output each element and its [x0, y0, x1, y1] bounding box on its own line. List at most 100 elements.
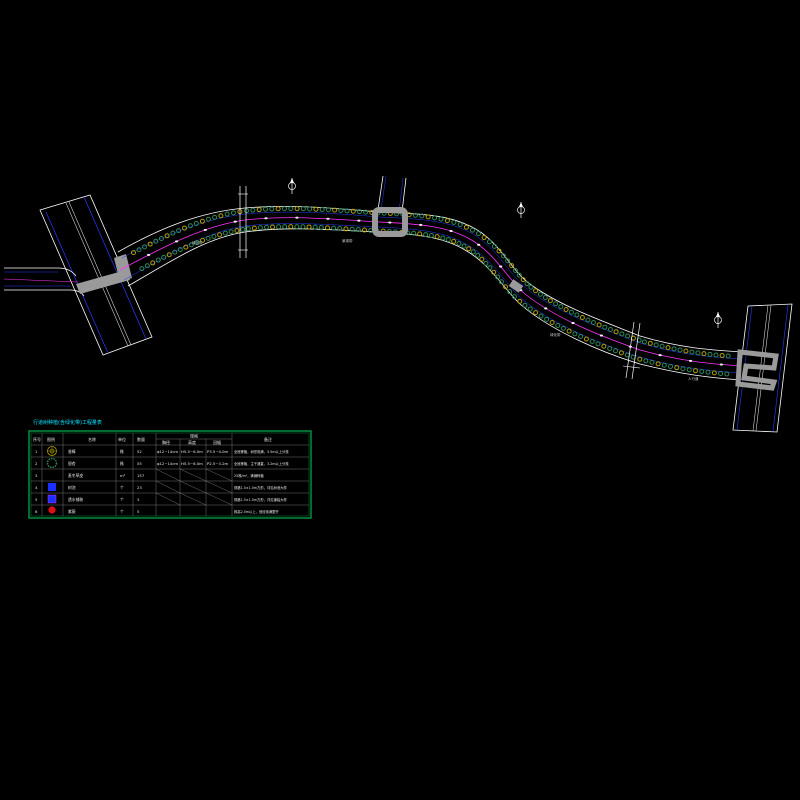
street-tree-marker	[481, 235, 487, 241]
street-tree-marker	[659, 343, 665, 349]
street-tree-marker	[199, 218, 205, 224]
street-tree-marker	[306, 224, 312, 230]
street-tree-marker	[596, 322, 602, 328]
street-tree-marker	[307, 206, 313, 212]
street-tree-marker	[661, 362, 667, 368]
street-tree-marker	[319, 206, 325, 212]
table-cell-dbh: φ12~14cm	[157, 449, 178, 454]
street-tree-marker	[607, 326, 613, 332]
street-tree-marker	[566, 328, 572, 334]
north-arrow-icon	[517, 202, 525, 218]
median-marker	[658, 354, 662, 357]
street-tree-marker	[428, 233, 434, 239]
blue-square-icon	[48, 483, 56, 491]
street-tree-marker	[686, 367, 692, 373]
street-tree-marker	[538, 313, 544, 319]
table-cell-unit: 个	[120, 509, 124, 514]
median-marker	[326, 217, 330, 220]
table-cell-no: 1	[35, 449, 38, 454]
table-cell-note: 全冠移植，树形饱满，3.5m以上分枝	[234, 449, 289, 454]
street-tree-marker	[479, 256, 485, 262]
street-tree-marker	[257, 225, 263, 231]
table-cell-note: 规格1.5×1.5m方形，详见树池大样	[234, 485, 287, 490]
street-tree-marker	[445, 237, 451, 243]
street-tree-marker	[579, 315, 585, 321]
street-tree-marker	[256, 207, 262, 213]
street-tree-marker	[228, 229, 234, 235]
road-label: 人行道	[688, 376, 699, 381]
table-cell-name: 紫薇	[68, 509, 76, 514]
median-marker	[499, 265, 503, 268]
street-tree-marker	[240, 226, 246, 232]
street-tree-marker	[618, 350, 624, 356]
street-tree-marker	[172, 249, 178, 255]
street-tree-marker	[695, 350, 701, 356]
street-tree-marker	[461, 243, 467, 249]
table-cell-name: 麦冬草皮	[68, 473, 83, 478]
table-cell-unit: 株	[120, 461, 124, 466]
median-marker	[203, 228, 207, 231]
header-cell: 数量	[137, 436, 145, 442]
street-tree-marker	[217, 232, 223, 238]
street-tree-marker	[205, 235, 211, 241]
shrub-ring-icon	[46, 457, 58, 469]
street-tree-marker	[245, 226, 251, 232]
street-tree-marker	[533, 288, 539, 294]
street-tree-marker	[542, 294, 548, 300]
street-tree-marker	[718, 370, 724, 376]
street-tree-marker	[549, 319, 555, 325]
table-cell-height: H5.5~6.0m	[181, 461, 203, 466]
subheader-cell: 冠幅	[213, 439, 221, 445]
table-cell-unit: 个	[120, 497, 124, 502]
street-tree-marker	[457, 222, 463, 228]
median-marker	[357, 219, 361, 222]
median-marker	[544, 307, 548, 310]
street-tree-marker	[607, 345, 613, 351]
street-tree-marker	[547, 298, 553, 304]
cross-street-2	[372, 175, 408, 237]
median-marker	[688, 359, 693, 362]
street-tree-marker	[218, 213, 224, 219]
street-tree-marker	[251, 225, 257, 231]
street-tree-marker	[486, 239, 492, 245]
table-cell-note: 株高2.5m以上，冠径饱满整齐	[234, 509, 279, 514]
table-cell-height: H5.5~6.0m	[181, 449, 203, 454]
north-arrow-icon	[288, 178, 296, 194]
street-tree-marker	[692, 368, 698, 374]
street-tree-marker	[641, 339, 647, 345]
street-tree-marker	[619, 331, 625, 337]
street-tree-marker	[668, 363, 674, 369]
street-tree-marker	[724, 371, 730, 377]
street-tree-marker	[517, 298, 523, 304]
table-cell-unit: m²	[120, 473, 126, 478]
street-tree-marker	[463, 224, 469, 230]
median-marker	[477, 243, 481, 246]
street-tree-marker	[653, 342, 659, 348]
red-flower-icon	[48, 506, 56, 514]
road-label: 景观带	[342, 238, 353, 243]
street-tree-marker	[589, 338, 595, 344]
street-tree-marker	[527, 306, 533, 312]
street-tree-marker	[270, 224, 276, 230]
road-label: 绿化带	[550, 332, 561, 337]
street-tree-marker	[528, 284, 534, 290]
table-cell-no: 2	[35, 461, 38, 466]
table-cell-note: 全冠移植，主干通直，3.2m以上分枝	[234, 461, 289, 466]
street-tree-marker	[491, 243, 497, 249]
street-tree-marker	[624, 352, 630, 358]
street-tree-marker	[674, 365, 680, 371]
table-cell-name: 树池	[68, 485, 76, 490]
street-tree-marker	[318, 224, 324, 230]
table-title: 行道树种植(含绿化带)工程量表	[33, 420, 102, 426]
table-cell-qty: 23	[137, 485, 142, 490]
street-tree-marker	[469, 227, 475, 233]
street-tree-marker	[713, 352, 719, 358]
table-cell-qty: 55	[137, 461, 142, 466]
right-intersection	[732, 303, 793, 433]
header-cell: 序号	[33, 436, 41, 442]
table-rows: 1 香樟株 52 φ12~14cm H5.5~6.0m P3.5~4.0m 全冠移植，树形饱…	[35, 449, 289, 514]
blue-square-small-icon	[47, 494, 57, 504]
street-tree-marker	[212, 214, 218, 220]
street-tree-marker	[649, 359, 655, 365]
street-tree-marker	[578, 333, 584, 339]
